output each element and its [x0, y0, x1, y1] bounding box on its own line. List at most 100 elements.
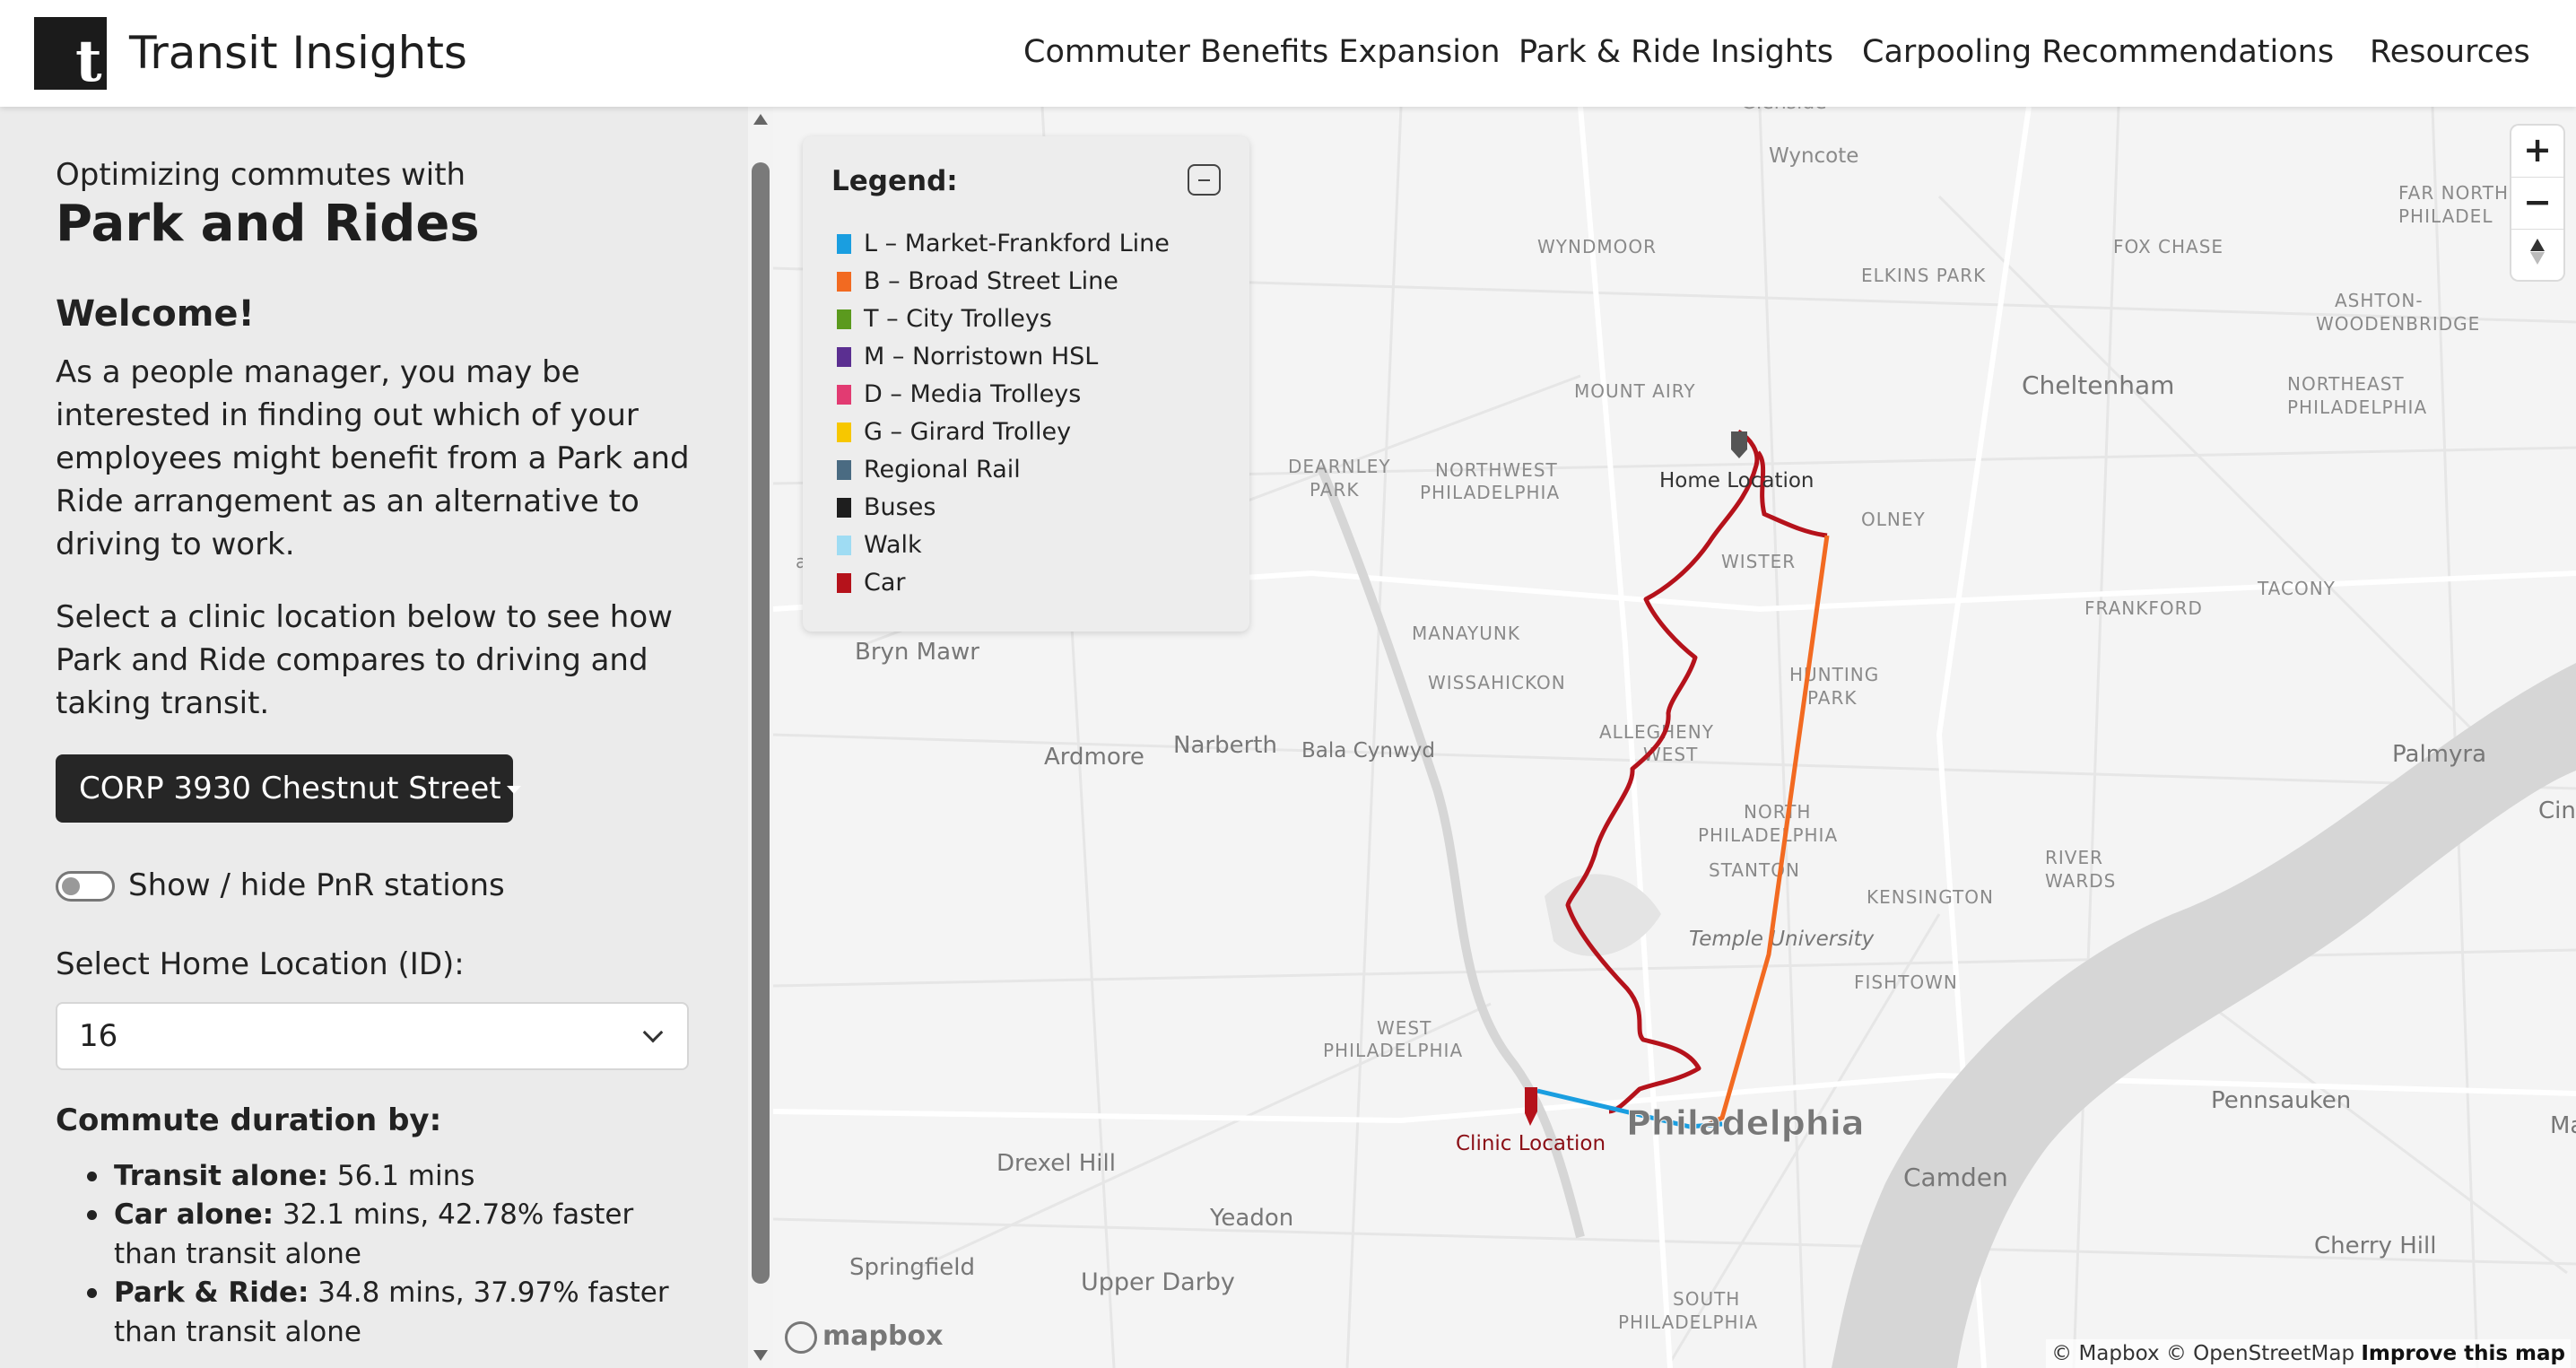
label-river: RIVER — [2045, 847, 2103, 868]
clinic-dropdown-label: CORP 3930 Chestnut Street — [79, 771, 501, 806]
label-wyncote: Wyncote — [1769, 144, 1858, 168]
home-location-label: Home Location — [1659, 469, 1815, 492]
attribution-text[interactable]: © Mapbox © OpenStreetMap — [2051, 1342, 2361, 1365]
label-fox-chase: FOX CHASE — [2113, 236, 2224, 257]
legend-swatch — [837, 309, 851, 329]
home-location-marker[interactable] — [1731, 431, 1747, 458]
clinic-dropdown-button[interactable]: CORP 3930 Chestnut Street — [56, 754, 521, 823]
legend-item: Buses — [837, 493, 936, 521]
map-legend: Legend: L – Market-Frankford Line B – Br… — [803, 136, 1249, 632]
label-north-phila: PHILADELPHIA — [1698, 824, 1838, 846]
label-cheltenham: Cheltenham — [2022, 370, 2174, 400]
label-wyndmoor: WYNDMOOR — [1537, 236, 1657, 257]
toggle-knob — [62, 877, 80, 895]
compass-south-icon — [2530, 252, 2545, 265]
label-mount-airy: MOUNT AIRY — [1574, 380, 1696, 402]
label-hunting-park: PARK — [1807, 687, 1857, 709]
logo-letter: t — [75, 28, 102, 95]
nav-carpooling[interactable]: Carpooling Recommendations — [1862, 34, 2334, 70]
clinic-location-marker[interactable] — [1525, 1087, 1537, 1126]
label-springfield: Springfield — [849, 1254, 975, 1281]
legend-swatch — [837, 573, 851, 593]
label-south: SOUTH — [1673, 1288, 1740, 1310]
label-fishtown: FISHTOWN — [1854, 972, 1958, 993]
scroll-down-arrow-icon[interactable] — [753, 1350, 768, 1361]
legend-item: Car — [837, 569, 906, 597]
legend-label: Walk — [864, 531, 922, 559]
car-route — [1565, 429, 1760, 1114]
mapbox-logo-icon — [785, 1320, 817, 1354]
label-ma: Ma — [2550, 1112, 2576, 1139]
label-cherry-hill: Cherry Hill — [2314, 1233, 2436, 1259]
legend-item: B – Broad Street Line — [837, 267, 1118, 295]
instructions-paragraph: Select a clinic location below to see ho… — [56, 599, 673, 721]
label-wister: WISTER — [1721, 551, 1796, 572]
legend-collapse-icon[interactable] — [1188, 164, 1221, 196]
label-philadel: PHILADEL — [2398, 205, 2493, 227]
nav-resources[interactable]: Resources — [2370, 34, 2530, 70]
welcome-heading: Welcome! — [56, 293, 255, 335]
legend-swatch — [837, 498, 851, 518]
page-title: Park and Rides — [56, 195, 480, 253]
label-south-phila: PHILADELPHIA — [1618, 1311, 1758, 1333]
sidebar-panel: Optimizing commutes with Park and Rides … — [0, 107, 748, 1368]
label-elkins-park: ELKINS PARK — [1861, 265, 1986, 286]
label-far-north: FAR NORTH — [2398, 182, 2509, 204]
legend-label: Buses — [864, 493, 936, 521]
pnr-toggle-label[interactable]: Show / hide PnR stations — [128, 867, 505, 903]
label-northeast-phila: PHILADELPHIA — [2287, 396, 2427, 418]
mapbox-logo-text: mapbox — [822, 1320, 944, 1352]
legend-swatch — [837, 536, 851, 555]
legend-label: Regional Rail — [864, 456, 1021, 484]
home-location-select[interactable]: 16 — [56, 1002, 689, 1070]
duration-park-ride: Park & Ride: 34.8 mins, 37.97% faster th… — [87, 1273, 688, 1352]
legend-swatch — [837, 385, 851, 405]
mapbox-logo[interactable]: mapbox — [785, 1320, 943, 1354]
label-ashton: ASHTON- — [2335, 290, 2424, 311]
nav-commuter-benefits[interactable]: Commuter Benefits Expansion — [1023, 34, 1501, 70]
duration-pnr-label: Park & Ride: — [114, 1277, 309, 1309]
label-ardmore: Ardmore — [1044, 744, 1144, 771]
duration-car-label: Car alone: — [114, 1198, 274, 1231]
map-zoom-controls: + − — [2511, 126, 2563, 280]
legend-label: M – Norristown HSL — [864, 343, 1099, 370]
legend-item: G – Girard Trolley — [837, 418, 1071, 446]
label-camden: Camden — [1903, 1163, 2008, 1192]
brand-logo[interactable]: t — [34, 17, 107, 95]
scroll-up-arrow-icon[interactable] — [753, 114, 768, 125]
brand-name[interactable]: Transit Insights — [129, 27, 467, 79]
legend-item: Regional Rail — [837, 456, 1021, 484]
label-northeast: NORTHEAST — [2287, 373, 2405, 395]
label-frankford: FRANKFORD — [2084, 597, 2203, 619]
label-olney: OLNEY — [1861, 509, 1926, 530]
zoom-in-button[interactable]: + — [2511, 126, 2563, 177]
scrollbar-thumb[interactable] — [752, 162, 770, 1284]
label-wissahickon: WISSAHICKON — [1428, 672, 1566, 693]
improve-map-link[interactable]: Improve this map — [2361, 1342, 2565, 1365]
top-navbar: t Transit Insights Commuter Benefits Exp… — [0, 0, 2576, 107]
legend-item: D – Media Trolleys — [837, 380, 1081, 408]
label-drexel-hill: Drexel Hill — [996, 1150, 1116, 1177]
label-dearnley-park: PARK — [1310, 479, 1359, 501]
label-northwest-phila: PHILADELPHIA — [1420, 482, 1560, 503]
label-palmyra: Palmyra — [2392, 741, 2486, 768]
sidebar-subtitle: Optimizing commutes with — [56, 157, 466, 193]
zoom-out-button[interactable]: − — [2511, 178, 2563, 229]
pnr-stations-toggle[interactable] — [56, 871, 115, 902]
label-west-phila: PHILADELPHIA — [1323, 1040, 1463, 1061]
compass-reset-button[interactable] — [2511, 230, 2563, 280]
label-upper-darby: Upper Darby — [1081, 1268, 1235, 1296]
sidebar-scrollbar[interactable] — [748, 107, 773, 1368]
label-dearnley: DEARNLEY — [1288, 456, 1391, 477]
intro-paragraph: As a people manager, you may be interest… — [56, 354, 690, 562]
label-manayunk: MANAYUNK — [1412, 623, 1520, 644]
label-temple-university: Temple University — [1689, 928, 1875, 951]
label-allegheny: ALLEGHENY — [1599, 721, 1714, 743]
legend-swatch — [837, 272, 851, 292]
compass-north-icon — [2530, 239, 2545, 251]
legend-item: Walk — [837, 531, 922, 559]
nav-park-and-ride[interactable]: Park & Ride Insights — [1519, 34, 1833, 70]
label-cin: Cin — [2538, 797, 2576, 824]
label-tacony: TACONY — [2257, 578, 2336, 599]
legend-item: M – Norristown HSL — [837, 343, 1098, 370]
